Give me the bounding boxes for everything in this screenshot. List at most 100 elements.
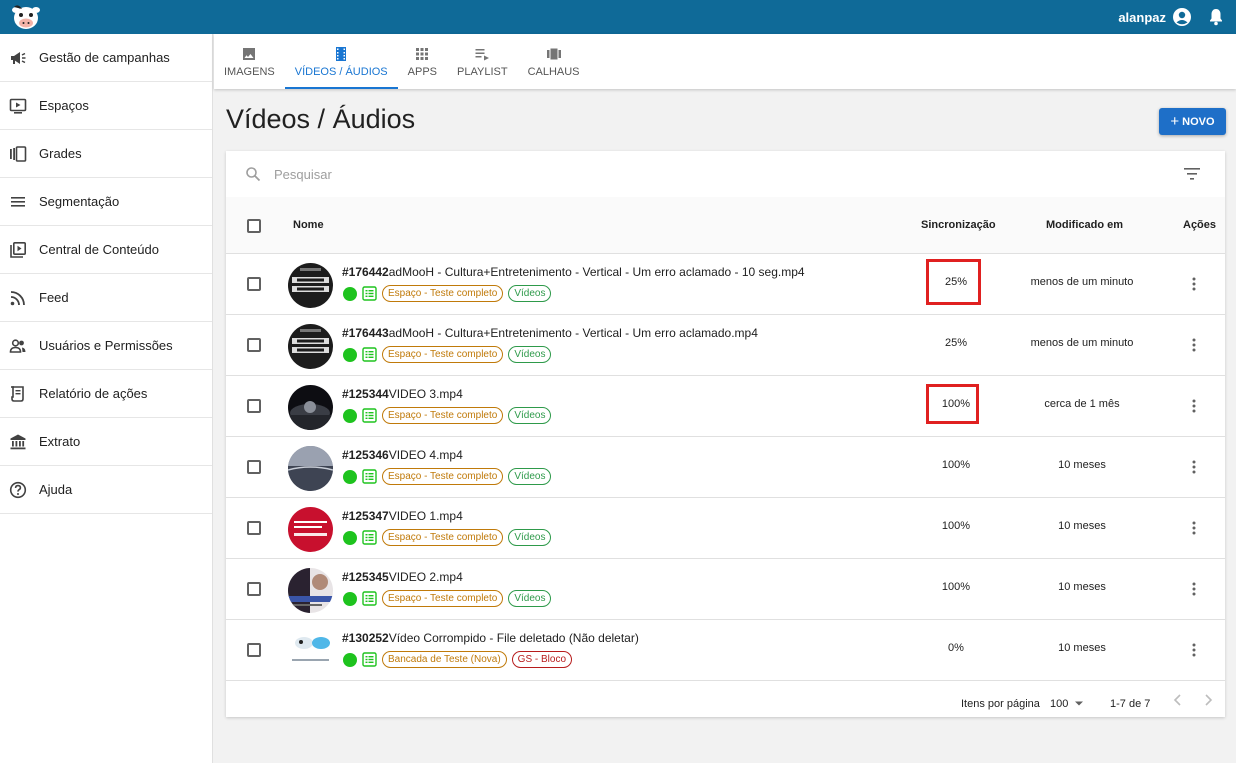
tag-chip[interactable]: Espaço - Teste completo [382,346,504,363]
carousel-icon [9,145,27,163]
sidebar-item-central-de-conteudo[interactable]: Central de Conteúdo [0,226,212,274]
sidebar-item-extrato[interactable]: Extrato [0,418,212,466]
media-title[interactable]: #176442adMooH - Cultura+Entretenimento -… [342,265,805,279]
sidebar-item-label: Usuários e Permissões [39,338,173,353]
bank-icon [9,433,27,451]
image-icon [243,47,256,60]
list-details-icon[interactable] [362,469,377,484]
more-vert-icon[interactable] [1186,398,1202,414]
sidebar-item-espacos[interactable]: Espaços [0,82,212,130]
list-details-icon[interactable] [362,286,377,301]
row-checkbox[interactable] [247,277,261,291]
media-name: adMooH - Cultura+Entretenimento - Vertic… [388,326,758,340]
more-vert-icon[interactable] [1186,337,1202,353]
tag-chip[interactable]: Vídeos [508,468,552,485]
row-checkbox[interactable] [247,521,261,535]
list-details-icon[interactable] [362,408,377,423]
table-row[interactable]: #176443adMooH - Cultura+Entretenimento -… [226,315,1225,376]
more-vert-icon[interactable] [1186,276,1202,292]
chevron-left-icon[interactable] [1171,693,1185,707]
media-title[interactable]: #125347VIDEO 1.mp4 [342,509,463,523]
tag-chip[interactable]: Espaço - Teste completo [382,468,504,485]
media-id: #125347 [342,509,389,523]
table-row[interactable]: #125347VIDEO 1.mp4 Espaço - Teste comple… [226,498,1225,559]
column-header-sync[interactable]: Sincronização [921,219,996,231]
sync-status: 100% [941,581,971,593]
video-library-icon [9,241,27,259]
row-checkbox[interactable] [247,460,261,474]
sidebar-item-gestao-de-campanhas[interactable]: Gestão de campanhas [0,34,212,82]
pagination-range: 1-7 de 7 [1110,698,1151,710]
tag-chip[interactable]: Espaço - Teste completo [382,529,504,546]
table-row[interactable]: #176442adMooH - Cultura+Entretenimento -… [226,254,1225,315]
list-details-icon[interactable] [362,347,377,362]
sidebar-item-grades[interactable]: Grades [0,130,212,178]
filter-icon[interactable] [1183,166,1201,182]
sidebar-item-feed[interactable]: Feed [0,274,212,322]
tab-apps[interactable]: APPS [398,34,447,89]
row-checkbox[interactable] [247,399,261,413]
media-meta: Espaço - Teste completo Vídeos [343,590,552,607]
tag-chip[interactable]: GS - Bloco [511,651,573,668]
tab-calhaus[interactable]: CALHAUS [518,34,590,89]
media-name: VIDEO 4.mp4 [388,448,463,462]
notification-bell-icon[interactable] [1206,7,1226,27]
list-details-icon[interactable] [362,652,377,667]
list-details-icon[interactable] [362,530,377,545]
column-header-name[interactable]: Nome [293,219,324,231]
list-details-icon[interactable] [362,591,377,606]
tag-chip[interactable]: Vídeos [508,285,552,302]
tab-imagens[interactable]: IMAGENS [214,34,285,89]
tag-chip[interactable]: Espaço - Teste completo [382,407,504,424]
sidebar-item-usuarios-e-permissoes[interactable]: Usuários e Permissões [0,322,212,370]
tag-chip[interactable]: Vídeos [508,407,552,424]
media-title[interactable]: #176443adMooH - Cultura+Entretenimento -… [342,326,758,340]
tag-chip[interactable]: Espaço - Teste completo [382,285,504,302]
tag-chip[interactable]: Espaço - Teste completo [382,590,504,607]
media-title[interactable]: #125344VIDEO 3.mp4 [342,387,463,401]
tag-chip[interactable]: Vídeos [508,590,552,607]
more-vert-icon[interactable] [1186,520,1202,536]
table-row[interactable]: #125344VIDEO 3.mp4 Espaço - Teste comple… [226,376,1225,437]
chevron-right-icon[interactable] [1201,693,1215,707]
table-row[interactable]: #125345VIDEO 2.mp4 Espaço - Teste comple… [226,559,1225,620]
sidebar-item-ajuda[interactable]: Ajuda [0,466,212,514]
more-vert-icon[interactable] [1186,642,1202,658]
sidebar-item-segmentacao[interactable]: Segmentação [0,178,212,226]
row-checkbox[interactable] [247,338,261,352]
new-button[interactable]: + NOVO [1159,108,1226,135]
row-checkbox[interactable] [247,643,261,657]
media-thumbnail [288,263,333,308]
column-header-modified[interactable]: Modificado em [1046,219,1123,231]
table-row[interactable]: #125346VIDEO 4.mp4 Espaço - Teste comple… [226,437,1225,498]
more-vert-icon[interactable] [1186,581,1202,597]
select-all-checkbox[interactable] [247,219,261,233]
sidebar-item-relatorio-de-acoes[interactable]: Relatório de ações [0,370,212,418]
media-title[interactable]: #125346VIDEO 4.mp4 [342,448,463,462]
tag-chip[interactable]: Vídeos [508,529,552,546]
row-checkbox[interactable] [247,582,261,596]
sidebar-item-label: Grades [39,146,82,161]
more-vert-icon[interactable] [1186,459,1202,475]
sidebar-item-label: Espaços [39,98,89,113]
media-title[interactable]: #130252Vídeo Corrompido - File deletado … [342,631,639,645]
media-thumbnail [288,629,333,674]
sync-status: 25% [944,337,968,349]
items-per-page-value: 100 [1050,698,1069,710]
tab-playlist[interactable]: PLAYLIST [447,34,518,89]
media-name: VIDEO 2.mp4 [388,570,463,584]
status-dot-icon [343,408,357,423]
status-dot-icon [343,530,357,545]
table-row[interactable]: #130252Vídeo Corrompido - File deletado … [226,620,1225,681]
search-input[interactable] [274,163,874,185]
cow-logo-icon[interactable] [10,3,42,31]
media-title[interactable]: #125345VIDEO 2.mp4 [342,570,463,584]
tag-chip[interactable]: Bancada de Teste (Nova) [382,651,507,668]
user-menu[interactable]: alanpaz [1118,6,1192,28]
media-thumbnail [288,385,333,430]
media-thumbnail [288,507,333,552]
media-meta: Espaço - Teste completo Vídeos [343,529,552,546]
items-per-page-select[interactable]: 100 [1050,698,1084,710]
tag-chip[interactable]: Vídeos [508,346,552,363]
tab-videos-audios[interactable]: VÍDEOS / ÁUDIOS [284,34,398,89]
